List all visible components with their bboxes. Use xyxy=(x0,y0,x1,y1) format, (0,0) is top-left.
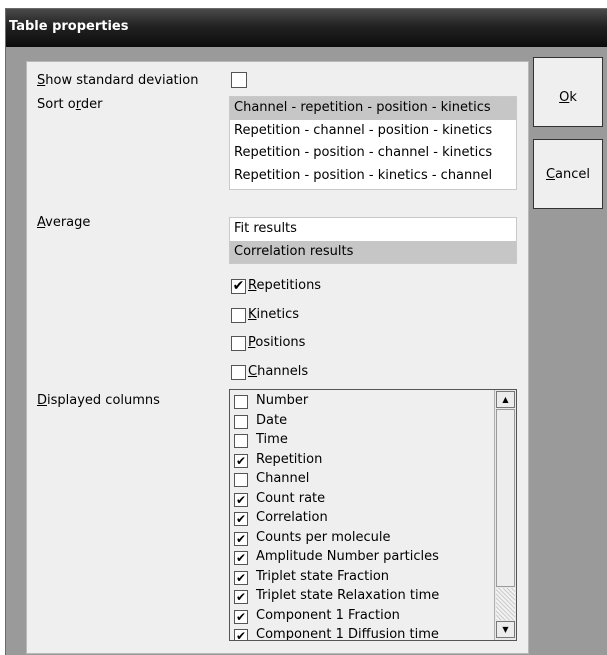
average-option[interactable]: Correlation results xyxy=(230,240,516,263)
show-std-checkbox[interactable] xyxy=(231,72,247,88)
positions-checkbox[interactable] xyxy=(231,336,246,351)
column-checkbox[interactable]: ✔ xyxy=(234,629,248,640)
sort-order-option[interactable]: Repetition - position - kinetics - chann… xyxy=(230,165,516,188)
repetitions-label: Repetitions xyxy=(248,278,322,293)
table-properties-dialog: Table properties Show standard deviation… xyxy=(5,8,607,655)
column-checkbox[interactable]: ✔ xyxy=(234,570,248,585)
settings-panel: Show standard deviation Sort order Chann… xyxy=(26,61,529,654)
displayed-columns-label: Displayed columns xyxy=(37,393,160,408)
column-checkbox[interactable]: ✔ xyxy=(234,453,248,468)
scroll-track[interactable] xyxy=(496,588,515,620)
ok-button[interactable]: Ok xyxy=(533,57,603,127)
column-checkbox[interactable]: ✔ xyxy=(234,531,248,546)
positions-label: Positions xyxy=(248,335,306,350)
cancel-button[interactable]: Cancel xyxy=(533,139,603,209)
sort-order-label: Sort order xyxy=(37,97,103,112)
window-title: Table properties xyxy=(9,19,129,34)
displayed-columns-list[interactable]: Number Date Time ✔ Repetition Channel ✔ Co… xyxy=(229,389,517,641)
average-list[interactable]: Fit results Correlation results xyxy=(229,217,517,264)
average-option[interactable]: Fit results xyxy=(230,218,516,241)
sort-order-list[interactable]: Channel - repetition - position - kineti… xyxy=(229,96,517,190)
column-checkbox[interactable]: ✔ xyxy=(234,512,248,526)
column-checkbox[interactable]: ✔ xyxy=(234,551,248,565)
column-checkbox[interactable]: ✔ xyxy=(234,492,248,507)
column-checkbox[interactable] xyxy=(234,434,248,448)
columns-scrollbar[interactable]: ▲ ▼ xyxy=(494,390,516,640)
average-label: Average xyxy=(37,215,91,230)
column-checkbox[interactable]: ✔ xyxy=(234,590,248,604)
repetitions-checkbox[interactable]: ✔ xyxy=(231,279,246,294)
column-checkbox[interactable] xyxy=(234,473,248,487)
column-checkbox[interactable]: ✔ xyxy=(234,609,248,624)
sort-order-option[interactable]: Channel - repetition - position - kineti… xyxy=(230,97,516,120)
scroll-down-button[interactable]: ▼ xyxy=(496,621,515,638)
column-checkbox[interactable] xyxy=(234,414,248,429)
column-checkbox[interactable] xyxy=(234,395,248,409)
sort-order-option[interactable]: Repetition - position - channel - kineti… xyxy=(230,142,516,165)
channels-label: Channels xyxy=(248,364,309,379)
channels-checkbox[interactable] xyxy=(231,365,246,380)
scroll-thumb[interactable] xyxy=(496,409,515,587)
title-bar[interactable]: Table properties xyxy=(6,9,607,47)
kinetics-checkbox[interactable] xyxy=(231,308,246,323)
scroll-up-button[interactable]: ▲ xyxy=(496,391,515,408)
sort-order-option[interactable]: Repetition - channel - position - kineti… xyxy=(230,120,516,143)
kinetics-label: Kinetics xyxy=(248,307,300,322)
show-std-label: Show standard deviation xyxy=(37,73,199,88)
